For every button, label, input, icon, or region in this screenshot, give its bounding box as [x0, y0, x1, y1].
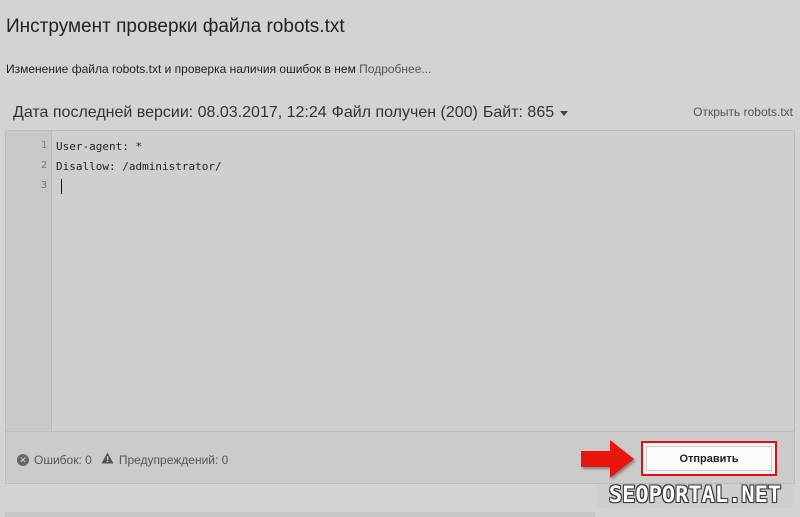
- warnings-count: Предупреждений: 0: [118, 452, 229, 467]
- page-title: Инструмент проверки файла robots.txt: [6, 16, 345, 37]
- line-number: 1: [40, 140, 47, 151]
- file-status: Файл получен (200): [331, 104, 478, 121]
- error-icon: ✕: [17, 453, 29, 466]
- red-arrow-icon: [578, 438, 640, 487]
- code-line[interactable]: Disallow: /administrator/: [56, 157, 790, 177]
- site-watermark: SEOPORTAL.NET: [597, 484, 793, 508]
- code-line[interactable]: User-agent: *: [56, 137, 790, 157]
- bottom-strip: [5, 512, 595, 517]
- validation-status: ✕ Ошибок: 0 Предупреждений: 0: [17, 452, 228, 467]
- text-cursor: [61, 179, 62, 194]
- page-description: Изменение файла robots.txt и проверка на…: [6, 62, 431, 76]
- open-robots-link[interactable]: Открыть robots.txt: [693, 105, 793, 119]
- version-dropdown[interactable]: Дата последней версии: 08.03.2017, 12:24…: [13, 104, 569, 122]
- code-line[interactable]: [56, 177, 790, 197]
- robots-editor[interactable]: 1 2 3 User-agent: * Disallow: /administr…: [5, 130, 795, 432]
- warning-icon: [101, 452, 114, 467]
- line-number: 3: [40, 180, 47, 191]
- more-link[interactable]: Подробнее...: [359, 62, 431, 76]
- line-number: 2: [40, 160, 47, 171]
- submit-highlight: Отправить: [641, 441, 777, 476]
- file-bytes: Байт: 865: [482, 104, 555, 121]
- description-text: Изменение файла robots.txt и проверка на…: [6, 62, 356, 76]
- submit-button[interactable]: Отправить: [646, 446, 772, 471]
- version-date: Дата последней версии: 08.03.2017, 12:24: [13, 104, 327, 121]
- code-area[interactable]: User-agent: * Disallow: /administrator/: [56, 137, 790, 431]
- errors-count: Ошибок: 0: [34, 452, 92, 467]
- chevron-down-icon[interactable]: [560, 111, 569, 116]
- line-number-gutter: 1 2 3: [6, 131, 52, 431]
